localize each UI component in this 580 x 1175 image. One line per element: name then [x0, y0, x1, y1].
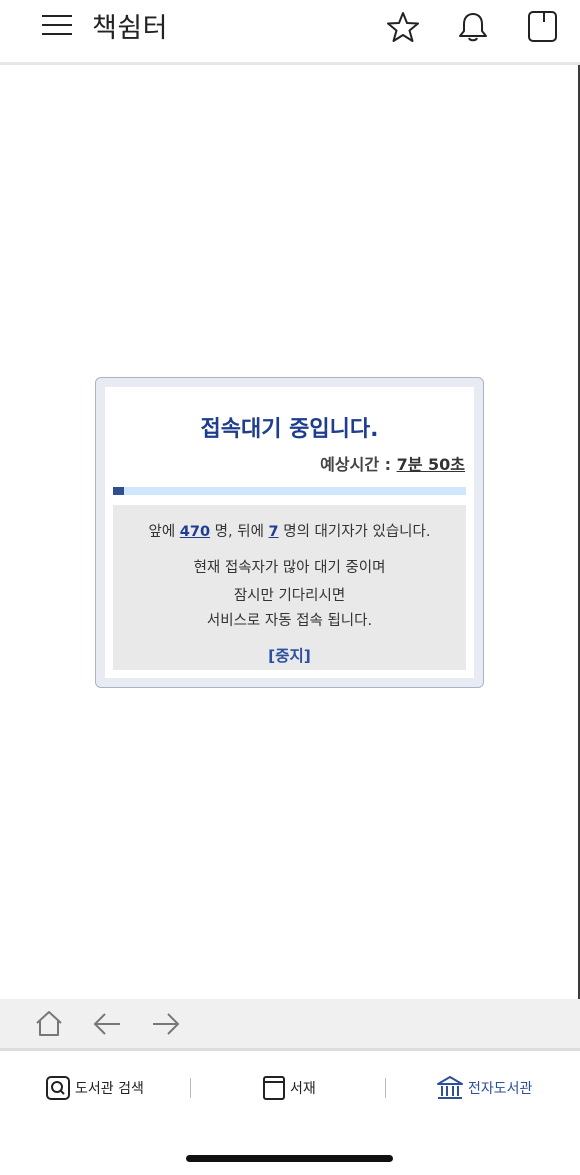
book-icon — [263, 1076, 285, 1100]
queue-info-box: 앞에 470 명, 뒤에 7 명의 대기자가 있습니다. 현재 접속자가 많아 … — [113, 505, 466, 670]
message-line: 서비스로 자동 접속 됩니다. — [206, 613, 373, 629]
bell-icon[interactable] — [456, 10, 490, 44]
home-indicator — [186, 1155, 393, 1162]
forward-arrow-icon[interactable] — [151, 1009, 181, 1039]
star-icon[interactable] — [386, 10, 420, 44]
tab-library-search[interactable]: 도서관 검색 — [46, 1074, 144, 1102]
page: 책쉼터 접속대기 중입니다. 예상시간 : 7분 50초 앞에 470 명, 뒤… — [0, 0, 580, 1175]
app-title: 책쉼터 — [92, 13, 169, 44]
estimated-time: 예상시간 : 7분 50초 — [320, 451, 465, 475]
search-icon — [46, 1076, 70, 1100]
back-arrow-icon[interactable] — [92, 1009, 122, 1039]
queue-mid: 명, 뒤에 — [210, 524, 269, 540]
tabs-icon[interactable] — [527, 10, 561, 44]
tab-e-library[interactable]: 전자도서관 — [437, 1074, 532, 1102]
app-header: 책쉼터 — [0, 0, 580, 62]
message-line: 현재 접속자가 많아 대기 중이며 — [193, 560, 386, 576]
tab-separator — [190, 1078, 191, 1098]
message-line: 잠시만 기다리시면 — [233, 588, 346, 604]
progress-bar — [113, 487, 466, 495]
tab-label: 서재 — [290, 1081, 316, 1097]
queue-wait-inner: 접속대기 중입니다. 예상시간 : 7분 50초 앞에 470 명, 뒤에 7 … — [105, 387, 474, 678]
tab-separator — [385, 1078, 386, 1098]
eta-value: 7분 50초 — [396, 455, 465, 474]
stop-button[interactable]: [중지] — [113, 644, 466, 666]
queue-status: 앞에 470 명, 뒤에 7 명의 대기자가 있습니다. — [113, 520, 466, 541]
tab-bookshelf[interactable]: 서재 — [263, 1074, 316, 1102]
queue-wait-panel: 접속대기 중입니다. 예상시간 : 7분 50초 앞에 470 명, 뒤에 7 … — [95, 377, 484, 688]
wait-title: 접속대기 중입니다. — [200, 417, 379, 442]
eta-label: 예상시간 : — [320, 455, 397, 474]
ahead-count: 470 — [179, 524, 211, 540]
queue-suffix: 명의 대기자가 있습니다. — [278, 524, 431, 540]
home-icon[interactable] — [34, 1009, 64, 1039]
bottom-tab-bar: 도서관 검색 서재 전자도서관 — [0, 1054, 580, 1124]
browser-nav-bar — [0, 999, 580, 1051]
menu-icon[interactable] — [42, 13, 72, 37]
library-building-icon — [437, 1076, 463, 1099]
behind-count: 7 — [268, 524, 279, 540]
header-divider — [0, 62, 580, 65]
progress-fill — [113, 487, 124, 495]
tab-label: 전자도서관 — [468, 1081, 533, 1097]
tab-label: 도서관 검색 — [75, 1081, 144, 1097]
queue-prefix: 앞에 — [148, 524, 180, 540]
